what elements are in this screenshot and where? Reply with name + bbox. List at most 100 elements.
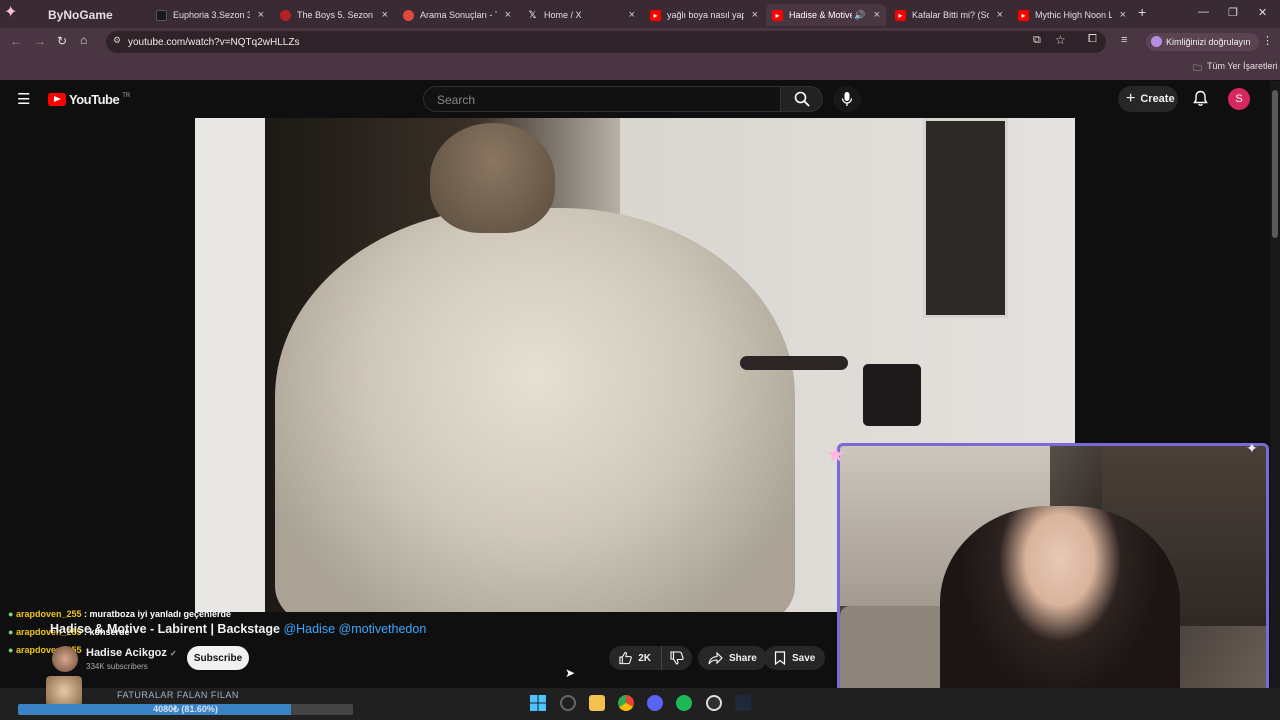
reload-icon[interactable]: ↻ [57,34,67,48]
site-info-icon[interactable]: ⚙ [113,35,121,46]
windows-start-icon[interactable] [530,695,546,711]
scrollbar-thumb[interactable] [1272,90,1278,238]
thumbs-up-icon [619,651,632,665]
bookmark-icon [774,651,786,665]
spotify-icon[interactable] [676,695,692,711]
chat-message: ● arapdoven_255 : muratboza iyi yanladı … [8,609,231,619]
new-tab-button[interactable]: + [1138,4,1146,20]
youtube-play-logo-icon [48,93,66,106]
share-icon [708,651,723,664]
menu-kebab-icon[interactable]: ⋮ [1262,34,1273,47]
dislike-button[interactable] [661,646,692,670]
pixel-character-sticker [46,676,82,706]
tab-yagli-boya[interactable]: ▸ yağlı boya nasıl yapıl × [644,4,764,26]
tab-euphoria[interactable]: Euphoria 3.Sezon 3.Bö × [150,4,270,26]
extensions-icon[interactable]: ⧠ [1088,33,1097,46]
search-icon [794,91,810,107]
tab-mythic-high-noon[interactable]: ▸ Mythic High Noon Lu × [1012,4,1132,26]
mention-link[interactable]: @Hadise [283,622,335,636]
verify-identity-button[interactable]: Kimliğinizi doğrulayın [1146,33,1259,51]
app-icon[interactable] [735,695,751,711]
chat-bullet-icon: ● [8,645,14,655]
youtube-favicon-icon: ▸ [1018,9,1029,21]
webcam-overlay [837,443,1269,718]
profile-icon [1151,36,1162,47]
forward-arrow-icon[interactable]: → [34,34,46,48]
tab-favicon-icon [156,9,167,21]
close-tab-icon[interactable]: × [997,9,1003,21]
video-title-text: Hadise & Motive - Labirent | Backstage [50,622,280,636]
folder-icon: 🗀 [1193,63,1203,73]
search-button[interactable] [781,86,823,112]
address-bar[interactable]: ⚙ youtube.com/watch?v=NQTq2wHLLZs ⧉ ☆ ⧠ [106,31,1106,53]
goal-title: FATURALAR FALAN FILAN [117,690,239,700]
close-tab-icon[interactable]: × [1120,9,1126,21]
install-app-icon[interactable]: ⧉ [1033,34,1041,47]
close-tab-icon[interactable]: × [874,9,880,21]
minimize-button[interactable]: — [1198,6,1209,18]
notifications-button[interactable] [1193,90,1208,112]
create-label: Create [1140,93,1175,105]
all-bookmarks-button[interactable]: 🗀 Tüm Yer İşaretleri [1193,61,1278,77]
close-tab-icon[interactable]: × [258,9,264,21]
microphone-icon [841,92,853,106]
webcam-streamer [940,506,1180,715]
chrome-icon[interactable] [618,695,634,711]
x-logo-icon: 𝕏 [528,9,537,21]
tab-hadise-motive[interactable]: ▸ Hadise & Motive 🔊 × [766,4,886,26]
share-button[interactable]: Share [698,646,767,670]
audio-playing-icon[interactable]: 🔊 [854,10,865,21]
video-frame-head [430,123,555,233]
channel-name[interactable]: Hadise Acikgoz ✓ [86,647,177,659]
video-frame-door [195,118,265,612]
like-button[interactable]: 2K [609,646,661,670]
youtube-wordmark: YouTube [69,92,120,107]
chat-bullet-icon: ● [8,609,14,619]
thumbs-down-icon [670,651,684,665]
tab-the-boys[interactable]: The Boys 5. Sezon 4. × [274,4,394,26]
tab-label: ByNoGame [48,8,113,22]
close-tab-icon[interactable]: × [752,9,758,21]
bookmark-star-icon[interactable]: ☆ [1055,33,1066,47]
star-sticker-icon: ★ [826,442,846,467]
sparkle-icon: ✦ [1246,440,1258,456]
channel-avatar[interactable] [52,646,78,672]
close-tab-icon[interactable]: × [505,9,511,21]
url-text: youtube.com/watch?v=NQTq2wHLLZs [128,36,300,48]
media-controls-icon[interactable]: ≡ [1121,34,1127,46]
tab-label: yağlı boya nasıl yapıl [667,10,744,20]
youtube-logo[interactable]: YouTube TR [48,92,130,107]
tab-label: The Boys 5. Sezon 4. [297,10,374,20]
maximize-button[interactable]: ❐ [1228,6,1238,19]
subscribe-button[interactable]: Subscribe [187,646,249,670]
file-explorer-icon[interactable] [589,695,605,711]
tab-arama-sonuclari[interactable]: Arama Sonuçları - Tre × [397,4,517,26]
voice-search-button[interactable] [833,86,861,112]
tab-x-home[interactable]: 𝕏 Home / X × [521,4,641,26]
avatar[interactable]: S [1228,88,1250,110]
tab-favicon-icon [280,9,291,21]
create-button[interactable]: + Create [1118,86,1178,112]
hamburger-menu-icon[interactable]: ☰ [17,90,30,108]
share-label: Share [729,652,757,664]
mention-link[interactable]: @motivethedon [339,622,427,636]
tab-kafalar-bitti[interactable]: ▸ Kafalar Bitti mi? (Son × [889,4,1009,26]
back-arrow-icon[interactable]: ← [10,34,22,48]
youtube-favicon-icon: ▸ [772,9,783,21]
close-tab-icon[interactable]: × [382,9,388,21]
tab-bynogame[interactable]: ByNoGame [42,4,162,26]
tab-label: Kafalar Bitti mi? (Son [912,10,989,20]
close-window-button[interactable]: ✕ [1258,6,1267,19]
mouse-cursor-icon: ➤ [565,666,576,680]
video-frame-handle [740,356,848,370]
search-taskbar-icon[interactable] [560,695,576,711]
obs-icon[interactable] [706,695,722,711]
close-tab-icon[interactable]: × [629,9,635,21]
subscriber-count: 334K subscribers [86,662,148,671]
search-input[interactable]: Search [423,86,781,112]
channel-name-text: Hadise Acikgoz [86,647,167,659]
like-count: 2K [638,652,651,664]
discord-icon[interactable] [647,695,663,711]
save-button[interactable]: Save [764,646,826,670]
home-icon[interactable]: ⌂ [80,33,87,47]
